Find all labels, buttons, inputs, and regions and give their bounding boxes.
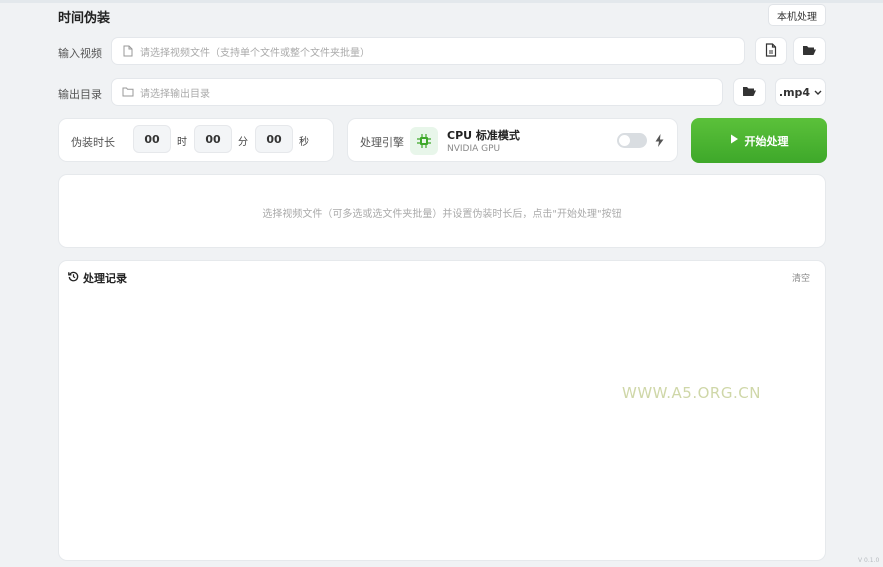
minutes-input[interactable]: 00	[194, 125, 232, 153]
output-dir-placeholder: 请选择输出目录	[140, 88, 210, 100]
toggle-knob	[619, 135, 630, 146]
engine-label: 处理引擎	[360, 136, 404, 149]
start-button-label: 开始处理	[744, 134, 789, 148]
input-video-label: 输入视频	[58, 47, 102, 60]
cpu-chip-icon	[410, 127, 438, 155]
hours-input[interactable]: 00	[133, 125, 171, 153]
engine-mode-title: CPU 标准模式	[447, 129, 520, 142]
hours-unit: 时	[177, 137, 187, 148]
seconds-input[interactable]: 00	[255, 125, 293, 153]
page-title: 时间伪装	[58, 11, 111, 26]
file-icon	[122, 45, 134, 57]
output-dir-label: 输出目录	[58, 88, 102, 101]
folder-open-icon	[802, 44, 817, 59]
input-video-field[interactable]: 请选择视频文件（支持单个文件或整个文件夹批量）	[111, 37, 745, 65]
history-header: 处理记录	[68, 270, 127, 286]
hint-text: 选择视频文件（可多选或选文件夹批量）并设置伪装时长后，点击"开始处理"按钮	[262, 209, 622, 220]
select-output-folder-button[interactable]	[733, 78, 766, 106]
gpu-name: NVIDIA GPU	[447, 144, 501, 154]
gpu-toggle[interactable]	[617, 133, 647, 148]
minutes-unit: 分	[238, 137, 248, 148]
clear-history-button[interactable]: 清空	[792, 271, 810, 284]
output-dir-field[interactable]: 请选择输出目录	[111, 78, 723, 106]
play-icon	[730, 134, 739, 147]
lightning-icon	[655, 134, 664, 150]
seconds-unit: 秒	[299, 137, 309, 148]
start-processing-button[interactable]: 开始处理	[691, 118, 827, 163]
folder-icon	[122, 86, 134, 98]
version-label: V 0.1.0	[858, 557, 880, 564]
duration-label: 伪装时长	[71, 136, 115, 149]
input-video-placeholder: 请选择视频文件（支持单个文件或整个文件夹批量）	[140, 47, 370, 59]
select-file-button[interactable]	[755, 37, 787, 65]
chevron-down-icon	[814, 86, 822, 99]
watermark-text: WWW.A5.ORG.CN	[622, 384, 761, 402]
select-folder-button[interactable]	[793, 37, 826, 65]
local-processing-button[interactable]: 本机处理	[768, 4, 826, 26]
file-icon	[765, 42, 777, 60]
history-panel	[58, 260, 826, 561]
top-border	[0, 0, 883, 3]
folder-open-icon	[742, 85, 757, 100]
format-value: .mp4	[778, 85, 811, 99]
format-select[interactable]: .mp4	[775, 78, 826, 106]
history-icon	[68, 271, 79, 285]
history-title: 处理记录	[83, 272, 127, 285]
